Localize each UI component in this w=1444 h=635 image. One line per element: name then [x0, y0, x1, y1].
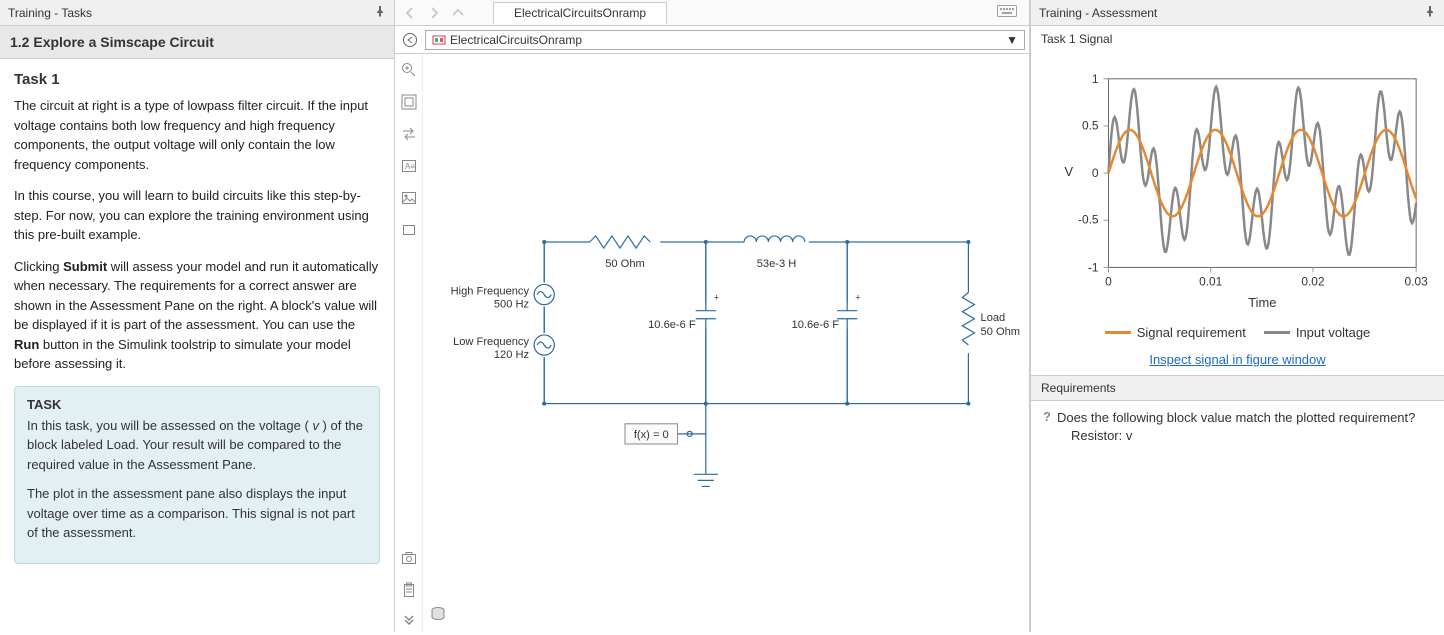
hf-source-value: 500 Hz: [494, 299, 529, 311]
keyboard-icon[interactable]: [997, 5, 1023, 20]
svg-text:0: 0: [1092, 166, 1099, 180]
plot-legend: Signal requirement Input voltage: [1039, 321, 1436, 344]
task-para-3: Clicking Submit will assess your model a…: [14, 257, 380, 374]
x-axis: 0 0.01 0.02 0.03: [1105, 267, 1428, 288]
expand-icon[interactable]: [399, 612, 419, 632]
load-value: 50 Ohm: [981, 326, 1021, 338]
svg-text:0.02: 0.02: [1301, 274, 1325, 288]
svg-text:+: +: [855, 293, 860, 303]
paste-icon[interactable]: [399, 580, 419, 600]
task-scroll[interactable]: Task 1 The circuit at right is a type of…: [0, 59, 394, 632]
pin-icon[interactable]: [1424, 5, 1436, 20]
assessment-title: Training - Assessment: [1039, 6, 1157, 20]
task-box-p2: The plot in the assessment pane also dis…: [27, 484, 367, 543]
question-icon: ?: [1043, 409, 1051, 445]
canvas-area: A≡ 50 Ohm: [395, 54, 1029, 632]
resistor-label: 50 Ohm: [605, 258, 645, 270]
y-axis: 1 0.5 0 -0.5 -1: [1078, 72, 1108, 275]
chevron-down-icon: ▼: [1006, 33, 1018, 47]
svg-text:+: +: [714, 293, 719, 303]
breadcrumb-dropdown[interactable]: ElectricalCircuitsOnramp ▼: [425, 30, 1025, 50]
svg-text:Time: Time: [1248, 295, 1276, 310]
lf-source-label: Low Frequency: [453, 336, 529, 348]
svg-text:0: 0: [1105, 274, 1112, 288]
plot-area: 1 0.5 0 -0.5 -1 0 0.01 0.02 0.03 V Time …: [1031, 48, 1444, 375]
camera-icon[interactable]: [399, 548, 419, 568]
legend-gray: Input voltage: [1264, 325, 1370, 340]
svg-text:0.5: 0.5: [1082, 118, 1099, 132]
assessment-panel: Training - Assessment Task 1 Signal 1 0.…: [1030, 0, 1444, 632]
inspect-link[interactable]: Inspect signal in figure window: [1039, 344, 1436, 375]
task-para-2: In this course, you will learn to build …: [14, 186, 380, 245]
requirement-item: ? Does the following block value match t…: [1031, 401, 1444, 453]
circuit-canvas[interactable]: 50 Ohm 53e-3 H + 10.6e-6 F: [423, 54, 1029, 632]
capacitor2-label: 10.6e-6 F: [792, 319, 840, 331]
nav-forward-icon[interactable]: [425, 4, 443, 22]
nav-back-icon[interactable]: [401, 4, 419, 22]
breadcrumb-text: ElectricalCircuitsOnramp: [450, 33, 582, 47]
capacitor1-label: 10.6e-6 F: [648, 319, 696, 331]
circuit-svg: 50 Ohm 53e-3 H + 10.6e-6 F: [423, 54, 1029, 632]
fit-icon[interactable]: [399, 92, 419, 112]
breadcrumb-bar: ElectricalCircuitsOnramp ▼: [395, 26, 1029, 54]
tasks-panel: Training - Tasks 1.2 Explore a Simscape …: [0, 0, 395, 632]
doc-tab[interactable]: ElectricalCircuitsOnramp: [493, 2, 667, 24]
tasks-titlebar: Training - Tasks: [0, 0, 394, 26]
svg-text:0.01: 0.01: [1199, 274, 1223, 288]
task-heading: Task 1: [14, 71, 380, 88]
assessment-titlebar: Training - Assessment: [1031, 0, 1444, 26]
task-box-p1: In this task, you will be assessed on th…: [27, 416, 367, 475]
text-annotate-icon[interactable]: A≡: [399, 156, 419, 176]
task-para-1: The circuit at right is a type of lowpas…: [14, 96, 380, 174]
input-voltage-trace: [1108, 87, 1416, 255]
svg-text:-0.5: -0.5: [1078, 213, 1099, 227]
task-box: TASK In this task, you will be assessed …: [14, 386, 380, 564]
requirements-header: Requirements: [1031, 375, 1444, 401]
load-label: Load: [981, 312, 1006, 324]
pin-icon[interactable]: [374, 5, 386, 20]
signal-requirement-trace: [1108, 130, 1416, 216]
svg-text:0.03: 0.03: [1405, 274, 1429, 288]
canvas-toolbar: A≡: [395, 54, 423, 632]
section-header: 1.2 Explore a Simscape Circuit: [0, 26, 394, 59]
tasks-title: Training - Tasks: [8, 6, 92, 20]
svg-text:A≡: A≡: [405, 162, 415, 171]
legend-orange: Signal requirement: [1105, 325, 1246, 340]
zoom-icon[interactable]: [399, 60, 419, 80]
hf-source-label: High Frequency: [451, 286, 530, 298]
collapse-left-icon[interactable]: [399, 29, 421, 51]
model-icon: [432, 33, 446, 47]
model-panel: ElectricalCircuitsOnramp ElectricalCircu…: [395, 0, 1030, 632]
image-icon[interactable]: [399, 188, 419, 208]
doc-nav: ElectricalCircuitsOnramp: [395, 0, 1029, 26]
lf-source-value: 120 Hz: [494, 349, 529, 361]
rect-icon[interactable]: [399, 220, 419, 240]
solver-label: f(x) = 0: [634, 429, 669, 441]
arrow-right-icon[interactable]: [399, 124, 419, 144]
svg-text:1: 1: [1092, 72, 1099, 86]
svg-text:V: V: [1064, 164, 1073, 179]
svg-text:-1: -1: [1088, 260, 1099, 274]
task-box-title: TASK: [27, 397, 367, 412]
inductor-label: 53e-3 H: [757, 258, 797, 270]
disk-icon[interactable]: [429, 605, 447, 626]
nav-up-icon[interactable]: [449, 4, 467, 22]
task-signal-label: Task 1 Signal: [1031, 26, 1444, 48]
signal-plot: 1 0.5 0 -0.5 -1 0 0.01 0.02 0.03 V Time: [1039, 58, 1436, 318]
